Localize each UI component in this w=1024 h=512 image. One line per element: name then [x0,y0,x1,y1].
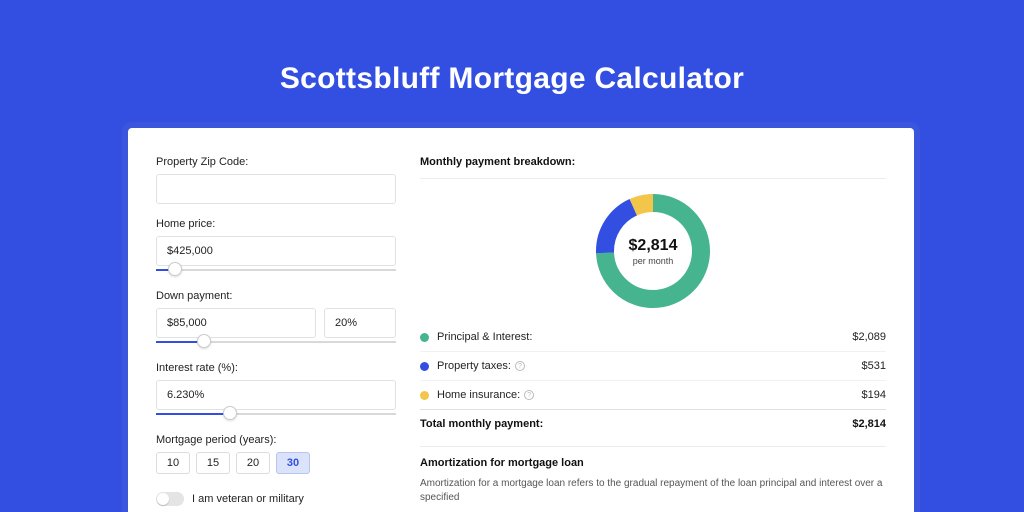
period-button-15[interactable]: 15 [196,452,230,474]
mortgage-period-group: 10 15 20 30 [156,452,396,474]
down-payment-slider[interactable] [156,338,396,348]
veteran-toggle[interactable] [156,492,184,506]
home-price-slider[interactable] [156,266,396,276]
legend-label: Principal & Interest: [437,331,852,343]
legend-value: $531 [862,360,886,372]
legend-label: Property taxes:? [437,360,862,372]
zip-label: Property Zip Code: [156,156,396,168]
interest-rate-label: Interest rate (%): [156,362,396,374]
mortgage-period-label: Mortgage period (years): [156,434,396,446]
interest-rate-input[interactable] [156,380,396,410]
legend-value: $194 [862,389,886,401]
period-button-10[interactable]: 10 [156,452,190,474]
form-column: Property Zip Code: Home price: Down paym… [156,156,396,512]
period-button-20[interactable]: 20 [236,452,270,474]
down-payment-input[interactable] [156,308,316,338]
legend-dot [420,391,429,400]
legend-row: Home insurance:?$194 [420,381,886,410]
legend-value: $2,089 [852,331,886,343]
zip-input[interactable] [156,174,396,204]
info-icon[interactable]: ? [524,390,534,400]
info-icon[interactable]: ? [515,361,525,371]
calculator-card: Property Zip Code: Home price: Down paym… [128,128,914,512]
donut-amount: $2,814 [629,237,678,255]
page-title: Scottsbluff Mortgage Calculator [0,0,1024,96]
amortization-title: Amortization for mortgage loan [420,446,886,477]
period-button-30[interactable]: 30 [276,452,310,474]
breakdown-title: Monthly payment breakdown: [420,156,886,179]
down-payment-pct-input[interactable] [324,308,396,338]
legend-label: Home insurance:? [437,389,862,401]
amortization-body: Amortization for a mortgage loan refers … [420,477,886,505]
interest-rate-slider[interactable] [156,410,396,420]
home-price-label: Home price: [156,218,396,230]
total-label: Total monthly payment: [420,418,852,430]
legend-dot [420,362,429,371]
down-payment-label: Down payment: [156,290,396,302]
donut-subtext: per month [633,256,674,266]
veteran-label: I am veteran or military [192,493,304,505]
legend-dot [420,333,429,342]
total-value: $2,814 [852,418,886,430]
payment-donut-chart: $2,814 per month [593,191,713,311]
home-price-input[interactable] [156,236,396,266]
legend-row: Principal & Interest:$2,089 [420,323,886,352]
breakdown-column: Monthly payment breakdown: $2,814 per mo… [420,156,886,512]
legend-row: Property taxes:?$531 [420,352,886,381]
